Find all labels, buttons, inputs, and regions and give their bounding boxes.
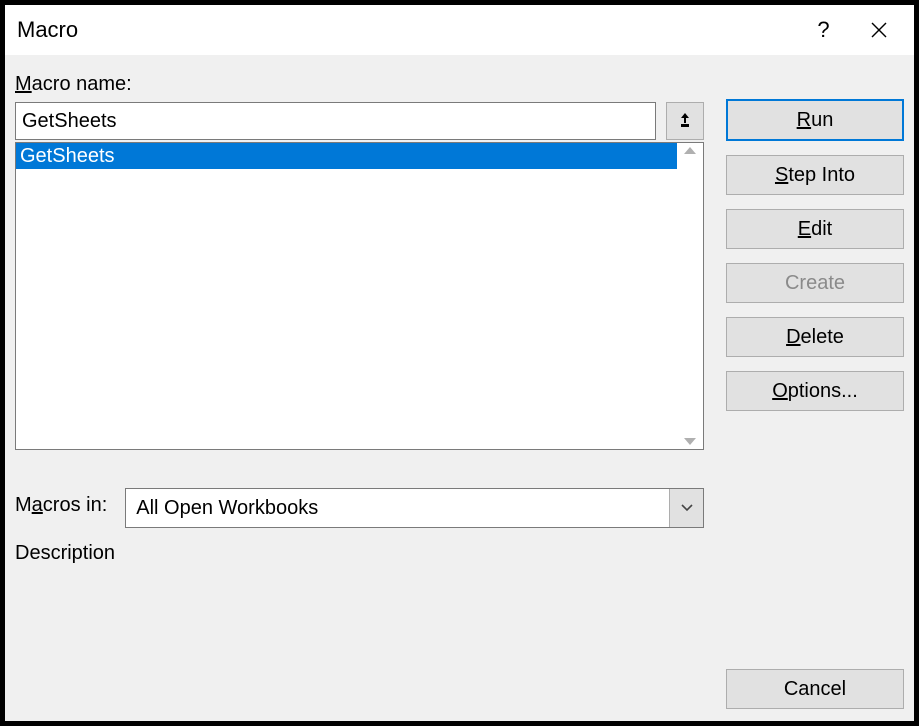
description-label: Description <box>15 542 704 565</box>
chevron-down-icon <box>680 503 694 513</box>
list-item-label: GetSheets <box>20 145 115 168</box>
close-icon <box>870 21 888 39</box>
cancel-button[interactable]: Cancel <box>726 669 904 709</box>
combobox-button[interactable] <box>669 489 703 527</box>
refedit-button[interactable] <box>666 102 704 140</box>
run-button[interactable]: Run <box>726 99 904 141</box>
macro-name-row <box>15 102 704 140</box>
close-button[interactable] <box>851 5 906 55</box>
macro-listbox[interactable]: GetSheets <box>15 142 704 450</box>
macros-in-combobox[interactable]: All Open Workbooks <box>125 488 704 528</box>
macro-dialog: Macro ? Macro name: <box>0 0 919 726</box>
macro-name-input[interactable] <box>15 102 656 140</box>
list-content: GetSheets <box>16 143 677 449</box>
dialog-body: Macro name: GetSheets <box>5 55 914 669</box>
macros-in-label: Macros in: <box>15 494 107 517</box>
create-button: Create <box>726 263 904 303</box>
delete-button[interactable]: Delete <box>726 317 904 357</box>
right-column: Run Step Into Edit Create Delete Options… <box>726 73 904 659</box>
help-icon: ? <box>817 17 829 43</box>
scroll-down-icon <box>684 438 696 445</box>
options-button[interactable]: Options... <box>726 371 904 411</box>
left-column: Macro name: GetSheets <box>15 73 726 659</box>
macro-name-label: Macro name: <box>15 73 704 96</box>
list-scrollbar[interactable] <box>677 143 703 449</box>
titlebar: Macro ? <box>5 5 914 55</box>
step-into-button[interactable]: Step Into <box>726 155 904 195</box>
list-item[interactable]: GetSheets <box>16 143 677 169</box>
scroll-up-icon <box>684 147 696 154</box>
collapse-icon <box>677 113 693 129</box>
help-button[interactable]: ? <box>796 5 851 55</box>
dialog-title: Macro <box>17 17 796 43</box>
edit-button[interactable]: Edit <box>726 209 904 249</box>
macros-in-value: All Open Workbooks <box>126 497 669 520</box>
macros-in-row: Macros in: All Open Workbooks <box>15 488 704 528</box>
dialog-footer: Cancel <box>5 669 914 721</box>
